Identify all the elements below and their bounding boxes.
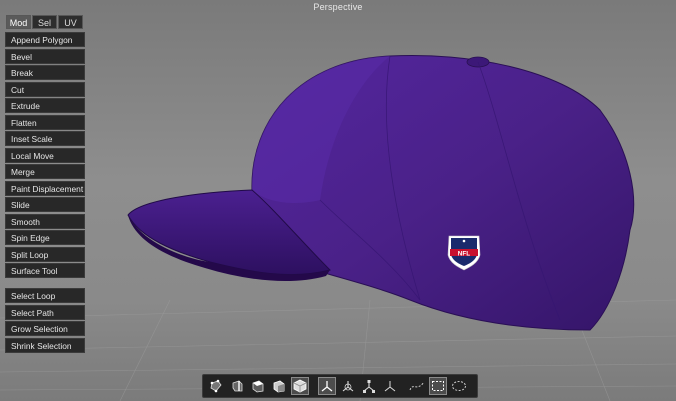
tool-merge-button[interactable]: Merge [5, 164, 85, 179]
tool-local-move-button[interactable]: Local Move [5, 147, 85, 163]
object-mode-icon[interactable] [270, 377, 288, 395]
nfl-logo-text: NFL [458, 250, 471, 257]
lasso-select-icon[interactable] [450, 377, 468, 395]
rect-select-icon[interactable] [429, 377, 447, 395]
edge-mode-icon[interactable] [228, 377, 246, 395]
tab-mod[interactable]: Mod [6, 15, 31, 29]
grow-selection-button[interactable]: Grow Selection [5, 321, 85, 336]
tool-smooth-button[interactable]: Smooth [5, 213, 85, 229]
tool-paint-displacement-button[interactable]: Paint Displacement [5, 180, 85, 196]
modeling-tools-panel: Append Polygon Bevel Break Cut Extrude F… [5, 32, 85, 280]
move-axis-icon[interactable] [318, 377, 336, 395]
tool-break-button[interactable]: Break [5, 65, 85, 80]
tool-spin-edge-button[interactable]: Spin Edge [5, 230, 85, 245]
vertex-mode-icon[interactable] [207, 377, 225, 395]
bottom-toolbar [202, 374, 478, 398]
curve-select-icon[interactable] [408, 377, 426, 395]
select-loop-button[interactable]: Select Loop [5, 288, 85, 303]
tool-extrude-button[interactable]: Extrude [5, 98, 85, 113]
tool-surface-tool-button[interactable]: Surface Tool [5, 263, 85, 278]
tool-append-polygon-button[interactable]: Append Polygon [5, 32, 85, 47]
shrink-selection-button[interactable]: Shrink Selection [5, 337, 85, 353]
cap-model[interactable]: NFL [0, 0, 676, 401]
world-axis-icon[interactable] [381, 377, 399, 395]
tool-cut-button[interactable]: Cut [5, 81, 85, 97]
rotate-axis-icon[interactable] [339, 377, 357, 395]
tool-flatten-button[interactable]: Flatten [5, 114, 85, 130]
tool-slide-button[interactable]: Slide [5, 197, 85, 212]
select-path-button[interactable]: Select Path [5, 304, 85, 320]
tab-uv[interactable]: UV [58, 15, 83, 29]
3d-viewport[interactable]: Perspective NFL [0, 0, 676, 401]
tool-split-loop-button[interactable]: Split Loop [5, 246, 85, 262]
tab-sel[interactable]: Sel [32, 15, 57, 29]
scale-axis-icon[interactable] [360, 377, 378, 395]
face-mode-icon[interactable] [249, 377, 267, 395]
tool-bevel-button[interactable]: Bevel [5, 48, 85, 64]
mode-tabs: Mod Sel UV [6, 15, 84, 29]
selection-tools-panel: Select Loop Select Path Grow Selection S… [5, 288, 85, 354]
mesh-mode-icon[interactable] [291, 377, 309, 395]
tool-inset-scale-button[interactable]: Inset Scale [5, 131, 85, 146]
